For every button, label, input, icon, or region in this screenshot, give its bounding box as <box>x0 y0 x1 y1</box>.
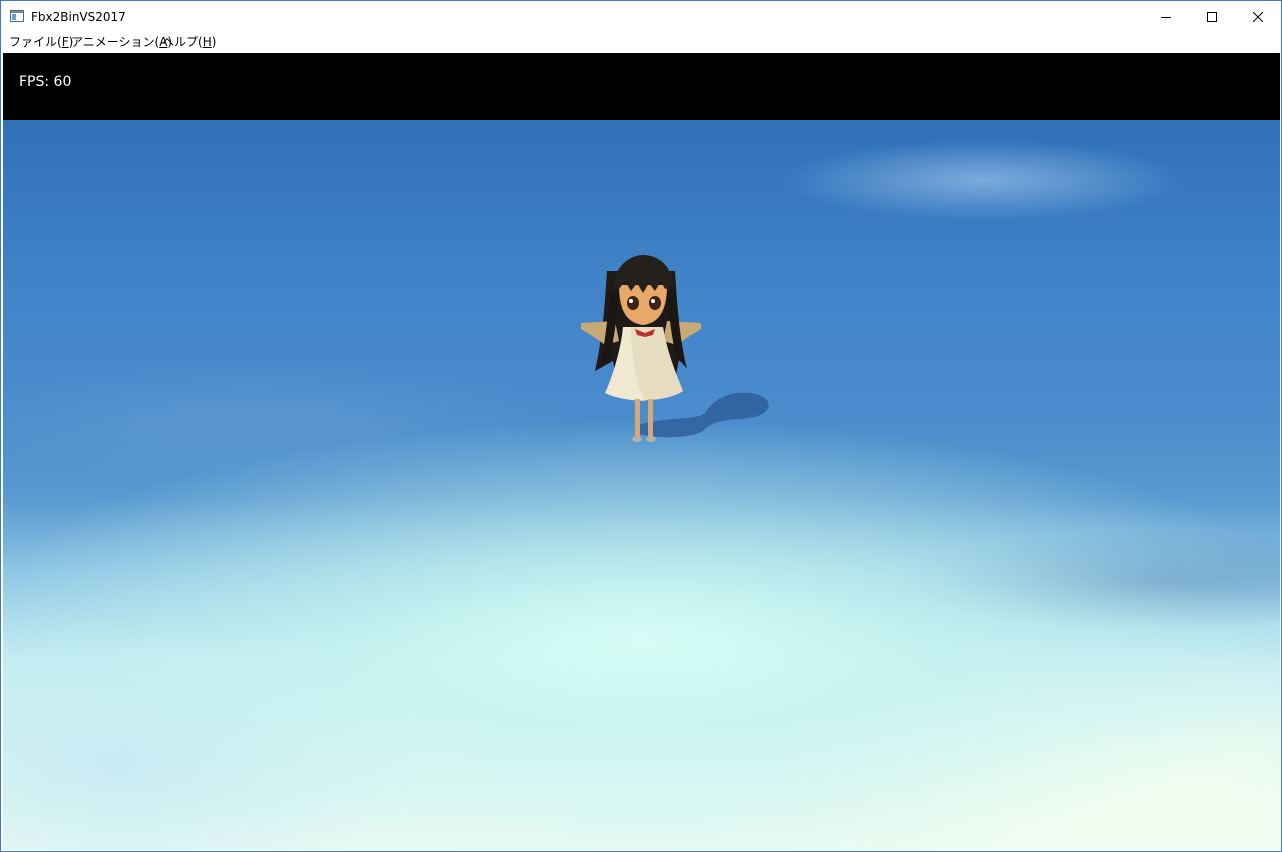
title-bar[interactable]: Fbx2BinVS2017 <box>1 1 1281 32</box>
sky-background <box>3 120 1280 850</box>
menu-help-mnemonic: H <box>202 35 212 49</box>
menu-animation[interactable]: アニメーション(A) <box>71 34 172 50</box>
menu-bar: ファイル(F) アニメーション(A) ヘルプ(H) <box>1 32 1281 52</box>
menu-help-label: ヘルプ( <box>162 35 203 49</box>
app-window-icon <box>10 10 24 22</box>
window-title: Fbx2BinVS2017 <box>31 10 126 24</box>
minimize-icon <box>1161 16 1171 18</box>
render-viewport[interactable]: FPS: 60 <box>3 53 1280 850</box>
character-legs <box>635 399 640 437</box>
close-icon <box>1253 11 1263 22</box>
menu-help-close: ) <box>211 35 217 49</box>
menu-file-label: ファイル( <box>9 35 62 49</box>
character-eye-left <box>627 296 639 310</box>
hud-bar: FPS: 60 <box>3 53 1280 120</box>
menu-file[interactable]: ファイル(F) <box>9 34 73 50</box>
app-window: Fbx2BinVS2017 ファイル(F) アニメーション(A) ヘルプ(H) … <box>0 0 1282 852</box>
maximize-button[interactable] <box>1189 1 1235 32</box>
close-button[interactable] <box>1235 1 1281 32</box>
menu-help[interactable]: ヘルプ(H) <box>162 34 216 50</box>
character-model <box>581 255 769 442</box>
menu-file-mnemonic: F <box>61 35 69 49</box>
fps-counter: FPS: 60 <box>19 74 72 90</box>
minimize-button[interactable] <box>1143 1 1189 32</box>
menu-animation-label: アニメーション( <box>71 35 160 49</box>
maximize-icon <box>1207 11 1217 22</box>
